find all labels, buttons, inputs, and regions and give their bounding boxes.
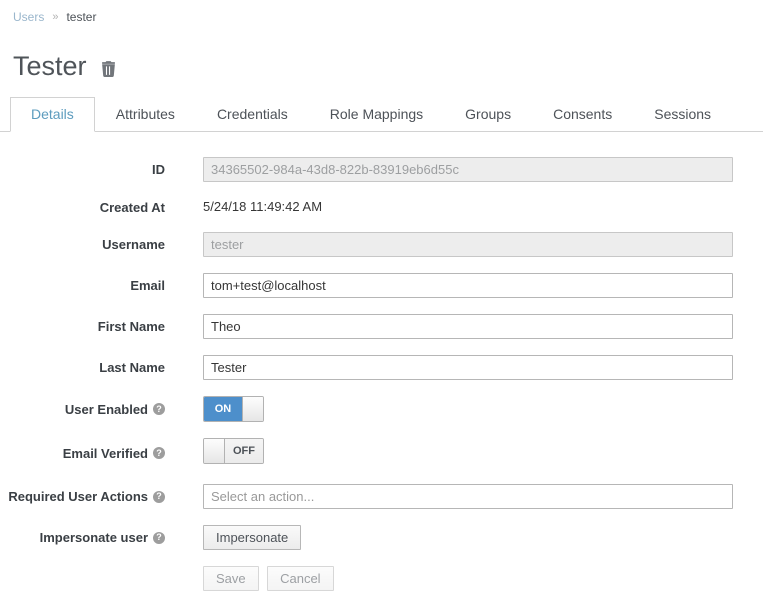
form-row-username: Username <box>0 232 763 257</box>
tab-consents[interactable]: Consents <box>532 97 633 132</box>
username-field <box>203 232 733 257</box>
breadcrumb-separator-icon: » <box>52 11 58 23</box>
save-button[interactable]: Save <box>203 566 259 591</box>
created-at-value: 5/24/18 11:49:42 AM <box>203 199 322 214</box>
form-row-email: Email <box>0 273 763 298</box>
page-title: Tester <box>13 51 87 82</box>
tab-details[interactable]: Details <box>10 97 95 132</box>
email-field[interactable] <box>203 273 733 298</box>
required-actions-label: Required User Actions <box>8 489 148 504</box>
created-at-label: Created At <box>0 200 165 215</box>
email-label: Email <box>0 278 165 293</box>
form-row-created-at: Created At 5/24/18 11:49:42 AM <box>0 198 763 216</box>
breadcrumb-current: tester <box>66 10 96 24</box>
tab-credentials[interactable]: Credentials <box>196 97 309 132</box>
form-row-actions: Save Cancel <box>0 566 763 591</box>
form-row-id: ID <box>0 157 763 182</box>
tab-groups[interactable]: Groups <box>444 97 532 132</box>
tab-attributes[interactable]: Attributes <box>95 97 196 132</box>
form-row-first-name: First Name <box>0 314 763 339</box>
toggle-on-label: ON <box>204 397 242 421</box>
form-row-last-name: Last Name <box>0 355 763 380</box>
user-enabled-label: User Enabled <box>65 402 148 417</box>
toggle-handle <box>242 397 263 421</box>
form-row-user-enabled: User Enabled ON <box>0 396 763 422</box>
tab-sessions[interactable]: Sessions <box>633 97 732 132</box>
first-name-field[interactable] <box>203 314 733 339</box>
toggle-off-label: OFF <box>225 439 263 463</box>
last-name-label: Last Name <box>0 360 165 375</box>
form-row-impersonate: Impersonate user Impersonate <box>0 525 763 550</box>
user-enabled-help-icon[interactable] <box>153 403 165 415</box>
tab-role-mappings[interactable]: Role Mappings <box>309 97 444 132</box>
breadcrumb-link-users[interactable]: Users <box>13 10 44 24</box>
breadcrumb: Users » tester <box>0 0 763 24</box>
email-verified-toggle[interactable]: OFF <box>203 438 264 464</box>
title-row: Tester <box>13 51 763 82</box>
required-actions-select[interactable]: Select an action... <box>203 484 733 509</box>
email-verified-help-icon[interactable] <box>153 447 165 459</box>
cancel-button[interactable]: Cancel <box>267 566 333 591</box>
required-actions-help-icon[interactable] <box>153 491 165 503</box>
first-name-label: First Name <box>0 319 165 334</box>
tab-bar: Details Attributes Credentials Role Mapp… <box>0 97 763 132</box>
trash-icon <box>101 65 116 80</box>
username-label: Username <box>0 237 165 252</box>
impersonate-label: Impersonate user <box>40 530 148 545</box>
form-row-email-verified: Email Verified OFF <box>0 438 763 468</box>
email-verified-label: Email Verified <box>63 446 148 461</box>
user-enabled-toggle[interactable]: ON <box>203 396 264 422</box>
user-details-form: ID Created At 5/24/18 11:49:42 AM Userna… <box>0 157 763 591</box>
delete-user-button[interactable] <box>101 60 116 77</box>
form-row-required-actions: Required User Actions Select an action..… <box>0 484 763 509</box>
toggle-handle <box>204 439 225 463</box>
impersonate-help-icon[interactable] <box>153 532 165 544</box>
id-label: ID <box>0 162 165 177</box>
impersonate-button[interactable]: Impersonate <box>203 525 301 550</box>
id-field <box>203 157 733 182</box>
last-name-field[interactable] <box>203 355 733 380</box>
